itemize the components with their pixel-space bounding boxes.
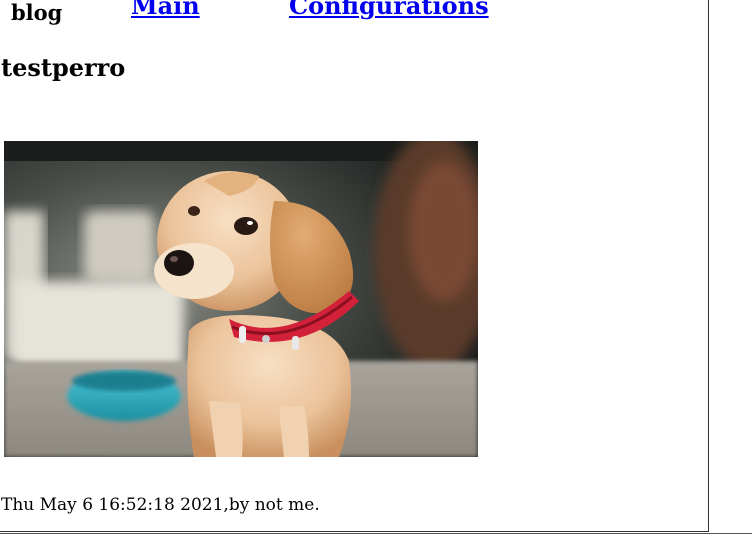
blog-brand: blog [11,0,63,25]
post-meta: Thu May 6 16:52:18 2021,by not me. [1,495,320,515]
puppy-photo-icon [4,141,478,457]
post-image [4,141,478,457]
bottom-divider [0,533,752,534]
post-title: testperro [1,53,126,82]
nav-link-configurations[interactable]: Configurations [289,0,489,20]
nav-link-main[interactable]: Main [131,0,200,20]
